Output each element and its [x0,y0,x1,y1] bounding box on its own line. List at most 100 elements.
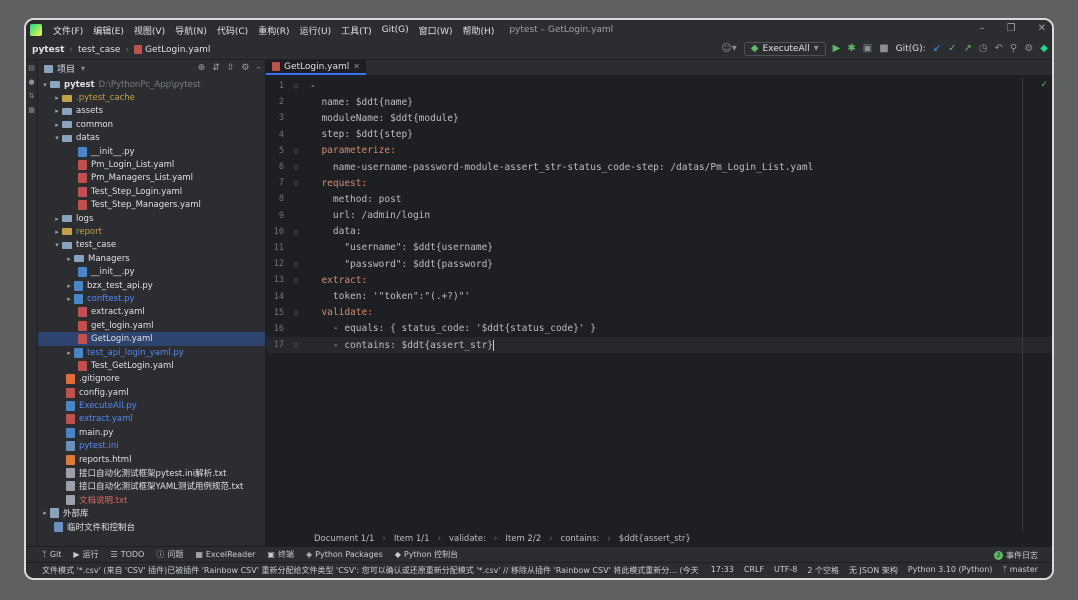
tree-item-file[interactable]: ExecuteAll.py [38,399,265,412]
settings-gear-icon[interactable]: ⚙ [1024,44,1033,54]
code-line[interactable]: 9 url: /admin/login [266,208,1052,224]
code-line-current[interactable]: 17 ○ - contains: $ddt{assert_str} [266,337,1052,354]
tree-item-folder[interactable]: ▾ datas [38,132,265,145]
tree-item-scratches[interactable]: 临时文件和控制台 [38,520,265,533]
tree-item-external-libraries[interactable]: ▸ 外部库 [38,507,265,520]
tree-item-file[interactable]: ▸ test_api_login_yaml.py [38,346,265,359]
breadcrumb-file[interactable]: GetLogin.yaml [145,45,210,55]
rollback-icon[interactable]: ↶ [995,44,1003,54]
toolwindow-python-packages[interactable]: ◈ Python Packages [306,550,383,559]
tree-item-file[interactable]: reports.html [38,453,265,466]
chevron-right-icon[interactable]: ▸ [52,215,62,223]
code-line[interactable]: 8 method: post [266,191,1052,207]
project-panel-title[interactable]: 项目 [57,62,75,75]
code-line[interactable]: 3 moduleName: $ddt{module} [266,110,1052,126]
caret-position[interactable]: 17:33 [711,565,734,576]
tree-item-file[interactable]: pytest.ini [38,440,265,453]
fold-icon[interactable]: ○ [294,276,310,284]
editor-breadcrumb-item[interactable]: Document 1/1 [314,534,374,544]
chevron-down-icon[interactable]: ▾ [52,241,62,249]
code-area[interactable]: 1 ○ - 2 name: $ddt{name} 3 moduleName: $dd… [266,78,1052,532]
fold-icon[interactable]: ○ [294,260,310,268]
chevron-right-icon[interactable]: ▸ [64,255,74,263]
chevron-down-icon[interactable]: ▾ [81,64,85,73]
editor-breadcrumb-item[interactable]: Item 2/2 [505,534,541,544]
minimize-icon[interactable]: – [980,23,985,34]
code-line[interactable]: 6 ○ name-username-password-module-assert_… [266,159,1052,175]
git-push-icon[interactable]: ↗ [963,44,971,54]
toolwindow-terminal[interactable]: ▣ 终端 [267,549,294,560]
tree-item-file-selected[interactable]: GetLogin.yaml [38,332,265,346]
code-line[interactable]: 7 ○ request: [266,175,1052,191]
tree-item-file[interactable]: extract.yaml [38,413,265,426]
tree-item-file[interactable]: ▸ conftest.py [38,292,265,305]
commit-toolwindow-icon[interactable]: ● [28,78,34,86]
menu-git[interactable]: Git(G) [377,25,414,35]
tree-item-file[interactable]: Test_Step_Managers.yaml [38,199,265,212]
user-icon[interactable]: ☺▾ [721,44,736,54]
code-line[interactable]: 16 - equals: { status_code: '$ddt{status… [266,321,1052,337]
tree-item-folder[interactable]: ▸ assets [38,105,265,118]
fold-icon[interactable]: ○ [294,341,310,349]
coverage-icon[interactable]: ▣ [863,44,872,54]
stop-icon[interactable]: ■ [879,44,888,54]
tree-item-folder[interactable]: ▸ logs [38,212,265,225]
toolwindow-problems[interactable]: ⓘ 问题 [156,549,183,560]
toolwindow-todo[interactable]: ☰ TODO [111,550,145,559]
run-config-selector[interactable]: ◆ ExecuteAll ▾ [743,42,826,56]
git-commit-icon[interactable]: ✓ [948,44,956,54]
menu-window[interactable]: 窗口(W) [414,24,458,37]
pull-requests-icon[interactable]: ⇅ [29,92,35,100]
fold-icon[interactable]: ○ [294,179,310,187]
tree-item-folder[interactable]: ▸ Managers [38,252,265,265]
breadcrumb-folder[interactable]: test_case [78,45,120,55]
chevron-right-icon[interactable]: ▸ [40,509,50,517]
project-toolwindow-icon[interactable]: ▤ [28,64,35,72]
editor-breadcrumb-item[interactable]: $ddt{assert_str} [619,534,691,544]
collapse-all-icon[interactable]: ⇳ [227,63,235,73]
event-log-button[interactable]: 2 事件日志 [994,550,1038,561]
fold-icon[interactable]: ○ [294,147,310,155]
editor-breadcrumb-item[interactable]: validate: [449,534,486,544]
toolwindow-git[interactable]: ᛉ Git [42,550,61,559]
code-line[interactable]: 14 token: '"token":"(.+?)"' [266,288,1052,304]
chevron-down-icon[interactable]: ▾ [40,81,50,89]
search-icon[interactable]: ⚲ [1010,44,1017,54]
code-line[interactable]: 1 ○ - [266,78,1052,94]
structure-toolwindow-icon[interactable]: ▦ [28,106,35,114]
line-separator[interactable]: CRLF [744,565,764,576]
status-message[interactable]: 文件模式 '*.csv' (来自 'CSV' 插件)已被插件 'Rainbow … [42,565,701,576]
json-schema[interactable]: 无 JSON 架构 [849,565,898,576]
editor-breadcrumb-item[interactable]: Item 1/1 [394,534,430,544]
tree-item-file[interactable]: main.py [38,426,265,439]
tree-item-folder[interactable]: ▾ test_case [38,239,265,252]
tree-item-file[interactable]: extract.yaml [38,306,265,319]
tree-item-file[interactable]: Test_GetLogin.yaml [38,359,265,372]
tree-item-root[interactable]: ▾ pytest D:\PythonPc_App\pytest [38,78,265,91]
run-icon[interactable]: ▶ [833,44,841,54]
toolwindow-run[interactable]: ▶ 运行 [73,549,98,560]
hide-panel-icon[interactable]: – [257,63,262,73]
tree-item-file[interactable]: __init__.py [38,145,265,158]
expand-all-icon[interactable]: ⇵ [212,63,220,73]
menu-view[interactable]: 视图(V) [129,24,170,37]
chevron-right-icon[interactable]: ▸ [64,282,74,290]
tree-item-file[interactable]: 文档说明.txt [38,493,265,506]
chevron-right-icon[interactable]: ▸ [52,94,62,102]
git-branch[interactable]: ᛉ master [1002,565,1038,576]
code-line[interactable]: 5 ○ parameterize: [266,143,1052,159]
fold-icon[interactable]: ○ [294,163,310,171]
tree-item-file[interactable]: get_login.yaml [38,319,265,332]
tree-item-folder[interactable]: ▸ common [38,118,265,131]
chevron-down-icon[interactable]: ▾ [52,134,62,142]
toolwindow-excelreader[interactable]: ▦ ExcelReader [195,550,255,559]
tree-item-file[interactable]: ▸ bzx_test_api.py [38,279,265,292]
menu-tools[interactable]: 工具(T) [336,24,377,37]
code-line[interactable]: 15 ○ validate: [266,305,1052,321]
tree-item-folder[interactable]: ▸ .pytest_cache [38,91,265,104]
tree-item-file[interactable]: config.yaml [38,386,265,399]
chevron-right-icon[interactable]: ▸ [64,295,74,303]
menu-file[interactable]: 文件(F) [48,24,88,37]
tree-item-file[interactable]: 接口自动化测试框架YAML测试用例规范.txt [38,480,265,493]
tree-item-file[interactable]: __init__.py [38,265,265,278]
